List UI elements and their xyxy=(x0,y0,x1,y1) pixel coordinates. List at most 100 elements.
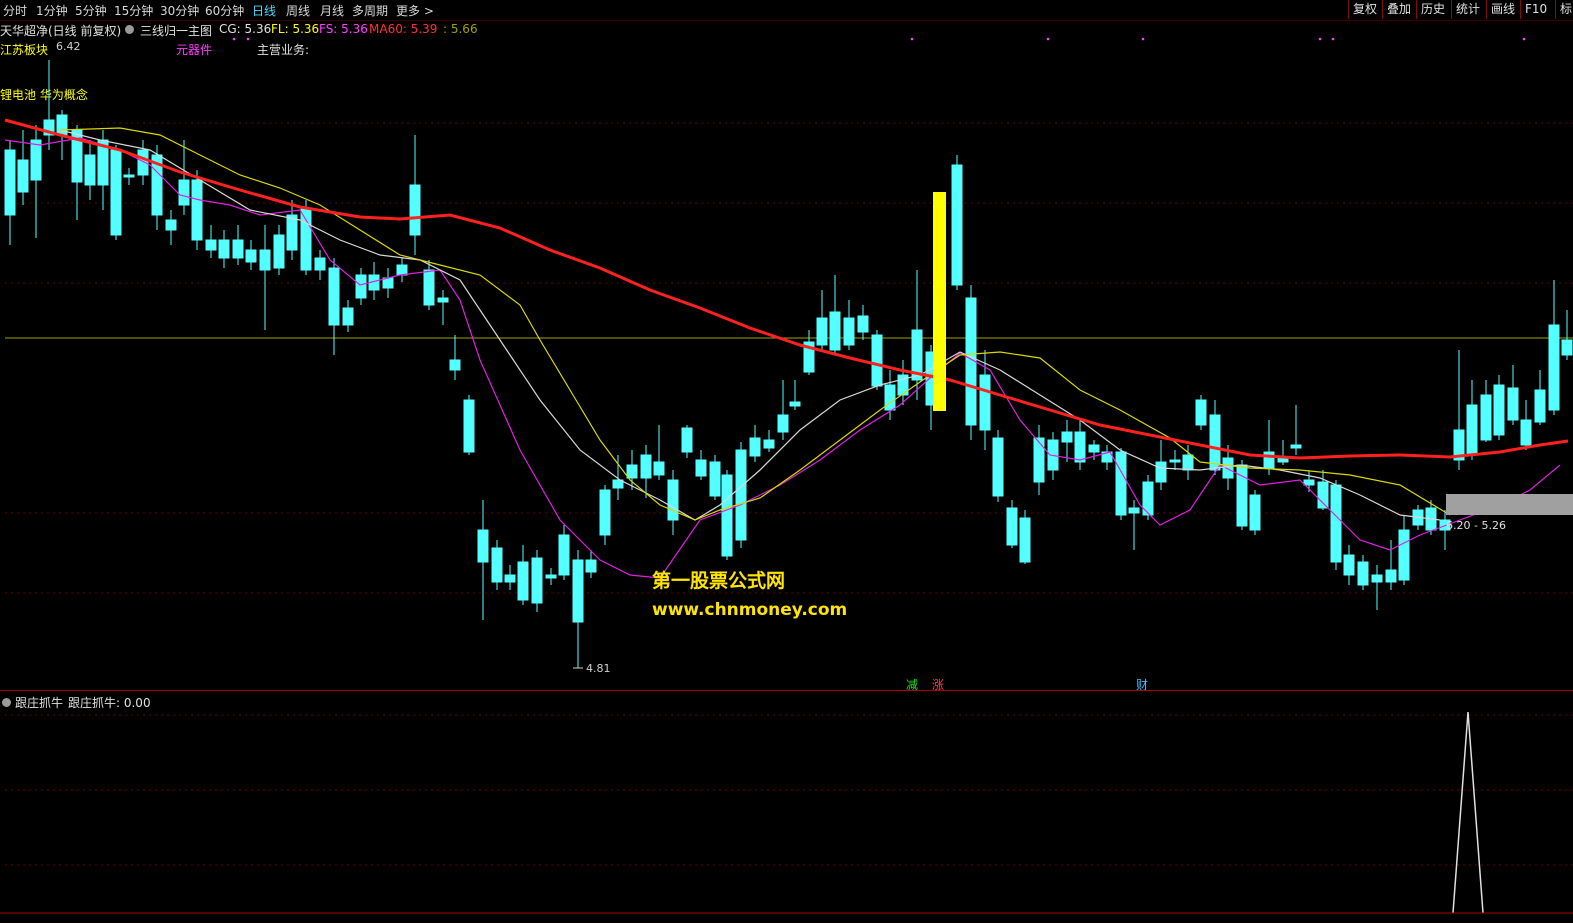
candle-body xyxy=(1330,484,1342,563)
top-marker xyxy=(1318,37,1322,41)
candle-body xyxy=(491,547,503,583)
candle-body xyxy=(56,114,68,136)
candle-body xyxy=(449,359,461,371)
top-marker xyxy=(246,37,250,41)
candle-body xyxy=(328,267,340,326)
candle-body xyxy=(1128,507,1140,514)
candle-body xyxy=(695,459,707,477)
candle-body xyxy=(1169,459,1181,463)
candle-body xyxy=(816,317,828,346)
candle-body xyxy=(1115,451,1127,516)
event-marker-2: 涨 xyxy=(932,677,944,690)
candle-body xyxy=(1303,479,1315,486)
candle-body xyxy=(1209,414,1221,471)
candle-body xyxy=(558,534,570,576)
candle-body xyxy=(300,207,312,271)
candle-body xyxy=(178,179,190,206)
candle-body xyxy=(137,149,149,176)
high-price-label: 6.42 xyxy=(56,40,81,53)
low-price-label: 4.81 xyxy=(586,662,611,675)
signal-spike xyxy=(1452,711,1484,914)
candle-body xyxy=(857,315,869,333)
top-marker xyxy=(1046,37,1050,41)
candle-body xyxy=(1357,561,1369,586)
candle-body xyxy=(653,461,665,476)
candle-body xyxy=(17,159,29,193)
candle-body xyxy=(1480,394,1492,441)
candle-body xyxy=(1182,454,1194,471)
candle-body xyxy=(829,311,841,351)
candle-body xyxy=(1493,384,1505,436)
candle-body xyxy=(979,374,991,431)
candle-body xyxy=(1006,507,1018,546)
candle-body xyxy=(1507,387,1519,421)
candle-body xyxy=(286,214,298,251)
top-marker xyxy=(1522,37,1526,41)
candle-body xyxy=(342,307,354,326)
candle-body xyxy=(1061,431,1073,443)
candle-body xyxy=(640,454,652,479)
candle-body xyxy=(843,317,855,346)
candles xyxy=(4,60,1573,668)
candle-body xyxy=(1534,389,1546,423)
candle-body xyxy=(667,479,679,521)
candle-body xyxy=(951,164,963,286)
price-chart[interactable]: 6.42 4.81 6.20 - 5.26 减 涨 财 xyxy=(0,0,1573,690)
candle-body xyxy=(396,264,408,276)
candle-body xyxy=(409,184,421,236)
candle-body xyxy=(1290,444,1302,449)
candle-body xyxy=(1033,437,1045,483)
event-marker-1: 减 xyxy=(906,678,918,690)
candle-body xyxy=(1249,494,1261,531)
range-label: 6.20 - 5.26 xyxy=(1446,519,1506,532)
candle-body xyxy=(232,239,244,259)
candle-body xyxy=(123,174,135,178)
candle-body xyxy=(1520,419,1532,446)
candle-body xyxy=(545,574,557,579)
candle-body xyxy=(84,154,96,186)
top-markers xyxy=(232,37,1526,41)
candle-body xyxy=(314,257,326,271)
candle-body xyxy=(749,437,761,457)
candle-body xyxy=(1222,457,1234,479)
candle-body xyxy=(218,239,230,259)
candle-body xyxy=(572,559,584,623)
candle-body xyxy=(1317,481,1329,509)
candle-body xyxy=(735,449,747,541)
candle-body xyxy=(1561,339,1573,356)
candle-body xyxy=(355,274,367,299)
sub-indicator-chart[interactable] xyxy=(0,695,1573,920)
candle-body xyxy=(477,529,489,563)
candle-body xyxy=(273,234,285,269)
watermark-url: www.chnmoney.com xyxy=(652,600,848,620)
sub-grid-lines xyxy=(5,714,1573,866)
candle-body xyxy=(423,269,435,306)
candle-body xyxy=(1088,444,1100,453)
candle-body xyxy=(1019,517,1031,563)
candle-body xyxy=(1343,554,1355,576)
candle-body xyxy=(599,489,611,536)
candle-body xyxy=(1398,529,1410,581)
candle-body xyxy=(777,414,789,433)
candle-body xyxy=(1466,404,1478,456)
candle-body xyxy=(245,249,257,263)
top-marker xyxy=(232,37,236,41)
candle-body xyxy=(259,249,271,271)
candle-body xyxy=(1074,431,1086,463)
candle-body xyxy=(463,399,475,453)
signal-bar xyxy=(933,192,946,411)
event-marker-3: 财 xyxy=(1136,678,1148,690)
top-marker xyxy=(1141,37,1145,41)
panel-separator xyxy=(0,690,1573,691)
candle-body xyxy=(789,401,801,407)
candle-body xyxy=(992,437,1004,497)
candle-body xyxy=(504,574,516,583)
candle-body xyxy=(517,561,529,601)
candle-body xyxy=(191,179,203,241)
candle-body xyxy=(1263,451,1275,469)
candle-body xyxy=(205,239,217,251)
candle-body xyxy=(382,277,394,289)
candle-body xyxy=(1385,569,1397,583)
candle-body xyxy=(531,557,543,604)
candle-body xyxy=(4,149,16,216)
